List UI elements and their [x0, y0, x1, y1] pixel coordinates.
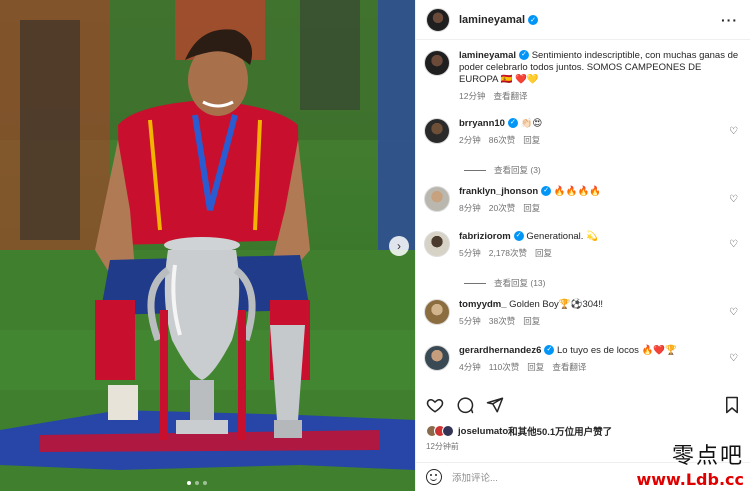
- comment-text: Lo tuyo es de locos 🔥❤️🏆: [557, 345, 677, 356]
- more-options-icon[interactable]: ···: [721, 12, 738, 28]
- comment-time: 8分钟: [459, 203, 481, 213]
- comment-likes[interactable]: 38次赞: [489, 315, 515, 327]
- comment-heart-icon[interactable]: ♡: [729, 239, 738, 250]
- comment-username[interactable]: fabriziorom: [459, 231, 511, 242]
- reply-button[interactable]: 回复: [527, 361, 544, 373]
- watermark-url: www.Ldb.cc: [636, 470, 744, 489]
- comment-heart-icon[interactable]: ♡: [729, 126, 738, 137]
- view-replies-link[interactable]: 查看回复 (13): [464, 277, 545, 289]
- carousel-dots: [187, 481, 207, 485]
- view-replies-link[interactable]: 查看回复 (3): [464, 164, 541, 176]
- comment-text: Golden Boy🏆⚽304‼: [509, 299, 604, 310]
- author-username[interactable]: lamineyamal: [459, 14, 525, 26]
- verified-badge-icon: ✓: [541, 186, 552, 197]
- comment-likes[interactable]: 110次赞: [489, 361, 520, 373]
- comment-item: gerardhernandez6 ✓ Lo tuyo es de locos 🔥❤…: [424, 345, 742, 373]
- caption-translate-link[interactable]: 查看翻译: [493, 90, 527, 102]
- comment-time: 5分钟: [459, 316, 481, 326]
- verified-badge-icon: ✓: [519, 50, 530, 61]
- comment-item: tomyydm_ Golden Boy🏆⚽304‼ 5分钟 38次赞 回复 ♡: [424, 299, 742, 327]
- likes-count-text: 和其他50.1万位用户赞了: [508, 427, 613, 438]
- reply-button[interactable]: 回复: [523, 202, 540, 214]
- emoji-icon[interactable]: [426, 469, 442, 485]
- comment-username[interactable]: tomyydm_: [459, 299, 507, 310]
- comment-heart-icon[interactable]: ♡: [729, 353, 738, 364]
- post-timestamp: 12分钟前: [426, 442, 459, 451]
- reply-button[interactable]: 回复: [523, 315, 540, 327]
- caption-avatar[interactable]: [424, 50, 450, 76]
- reply-button[interactable]: 回复: [523, 134, 540, 146]
- bookmark-icon[interactable]: [724, 396, 740, 414]
- post-photo[interactable]: ›: [0, 0, 415, 491]
- comment-text: 🔥🔥🔥🔥: [553, 186, 602, 197]
- reply-button[interactable]: 回复: [535, 247, 552, 259]
- comment-item: franklyn_jhonson ✓ 🔥🔥🔥🔥 8分钟 20次赞 回复 ♡: [424, 186, 742, 214]
- share-icon[interactable]: [486, 396, 504, 414]
- carousel-dot: [195, 481, 199, 485]
- comment-likes[interactable]: 20次赞: [489, 202, 515, 214]
- commenter-avatar[interactable]: [424, 345, 450, 371]
- comment-username[interactable]: brryann10: [459, 118, 505, 129]
- liker-avatar: [442, 425, 454, 437]
- likes-summary[interactable]: joselumato 和其他50.1万位用户赞了: [426, 424, 612, 438]
- heart-icon[interactable]: [426, 396, 444, 414]
- commenter-avatar[interactable]: [424, 118, 450, 144]
- comment-time: 2分钟: [459, 135, 481, 145]
- comment-time: 5分钟: [459, 248, 481, 258]
- caption-username[interactable]: lamineyamal: [459, 50, 516, 61]
- comment-translate-link[interactable]: 查看翻译: [552, 361, 586, 373]
- comments-list[interactable]: lamineyamal ✓ Sentimiento indescriptible,…: [416, 44, 750, 390]
- caption-time: 12分钟: [459, 91, 486, 101]
- carousel-next-button[interactable]: ›: [389, 236, 409, 256]
- watermark: 零点吧 www.Ldb.cc: [636, 438, 744, 489]
- commenter-avatar[interactable]: [424, 299, 450, 325]
- verified-badge-icon: ✓: [513, 231, 524, 242]
- carousel-dot: [187, 481, 191, 485]
- trophy-celebration-image: [0, 0, 415, 491]
- comment-time: 4分钟: [459, 362, 481, 372]
- comment-username[interactable]: gerardhernandez6: [459, 345, 541, 356]
- comment-likes[interactable]: 86次赞: [489, 134, 515, 146]
- carousel-dot: [203, 481, 207, 485]
- comment-text: 👏🏻😍: [520, 118, 543, 129]
- comment-heart-icon[interactable]: ♡: [729, 194, 738, 205]
- comment-likes[interactable]: 2,178次赞: [489, 247, 527, 259]
- comment-item: fabriziorom ✓ Generational. 💫 5分钟 2,178次赞…: [424, 231, 742, 259]
- comment-username[interactable]: franklyn_jhonson: [459, 186, 538, 197]
- comment-text: Generational. 💫: [526, 231, 598, 242]
- comment-item: brryann10 ✓ 👏🏻😍 2分钟 86次赞 回复 ♡: [424, 118, 742, 146]
- verified-badge-icon: ✓: [544, 345, 555, 356]
- liker-avatars: [426, 425, 454, 437]
- comment-icon[interactable]: [456, 396, 474, 414]
- commenter-avatar[interactable]: [424, 231, 450, 257]
- commenter-avatar[interactable]: [424, 186, 450, 212]
- author-avatar[interactable]: [426, 7, 450, 32]
- post-action-bar: [426, 394, 740, 416]
- verified-badge-icon: ✓: [528, 14, 539, 25]
- post-header: lamineyamal ✓ ···: [416, 0, 750, 40]
- post-side-panel: lamineyamal ✓ ··· lamineyamal ✓ Sentimien…: [415, 0, 750, 491]
- liker-username[interactable]: joselumato: [458, 426, 508, 437]
- comment-heart-icon[interactable]: ♡: [729, 307, 738, 318]
- watermark-cn: 零点吧: [671, 444, 744, 469]
- caption-item: lamineyamal ✓ Sentimiento indescriptible,…: [424, 50, 742, 102]
- add-comment-input[interactable]: 添加评论...: [452, 470, 498, 484]
- verified-badge-icon: ✓: [507, 118, 518, 129]
